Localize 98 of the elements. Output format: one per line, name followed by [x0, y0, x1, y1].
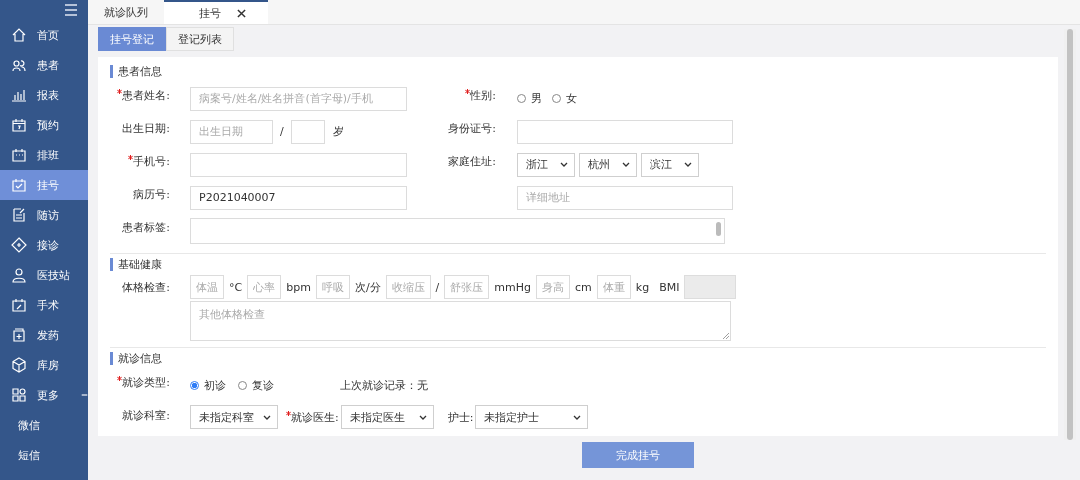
sidebar-subitem[interactable]: 微信: [0, 410, 88, 440]
field-label: 护士:: [447, 409, 474, 425]
nurse-dropdown[interactable]: 未指定护士: [475, 405, 589, 429]
radio-option[interactable]: 男: [517, 91, 542, 106]
field-label: 病历号:: [133, 187, 170, 202]
unit-label: °C: [229, 280, 243, 294]
required-icon: [128, 155, 134, 160]
calendar-icon: [11, 117, 27, 133]
subtab[interactable]: 登记列表: [166, 27, 234, 51]
bmi-field: [684, 275, 737, 299]
sidebar-item[interactable]: 发药: [0, 320, 88, 350]
sidebar-item[interactable]: 患者: [0, 50, 88, 80]
dropdown[interactable]: 滨江: [641, 152, 699, 177]
measurement-field[interactable]: 舒张压: [444, 275, 490, 299]
tags-field[interactable]: [190, 217, 725, 244]
tab[interactable]: 就诊队列: [88, 0, 164, 24]
field-label: 患者标签:: [122, 220, 170, 235]
last-visit-text: 上次就诊记录：无: [340, 378, 428, 393]
tab[interactable]: 挂号: [164, 0, 268, 24]
measurement-field[interactable]: 体温: [190, 275, 224, 299]
phone-field[interactable]: [190, 152, 407, 177]
sidebar-item[interactable]: 排班: [0, 140, 88, 170]
address-detail-field[interactable]: 详细地址: [517, 185, 733, 210]
doctor-dropdown[interactable]: 未指定医生: [340, 405, 434, 429]
unit-label: BMI: [659, 280, 680, 294]
caret-icon: [573, 414, 582, 420]
unit-label: kg: [635, 280, 650, 294]
resize-handle-icon[interactable]: [722, 332, 729, 339]
required-icon: [117, 376, 123, 381]
sidebar-item[interactable]: 库房: [0, 350, 88, 380]
unit-label: 岁: [332, 124, 344, 139]
unit-label: mmHg: [494, 280, 531, 294]
name-field[interactable]: 病案号/姓名/姓名拼音(首字母)/手机: [190, 86, 407, 111]
measurement-field[interactable]: 收缩压: [385, 275, 431, 299]
field-label: 身份证号:: [448, 121, 496, 136]
sidebar-item[interactable]: 随访: [0, 200, 88, 230]
required-icon: [465, 89, 471, 94]
caret-icon: [684, 162, 692, 167]
pill-box-icon: [11, 327, 27, 343]
scrollbar[interactable]: [1064, 29, 1076, 440]
caret-icon: [418, 414, 427, 420]
radio-option[interactable]: 复诊: [238, 378, 274, 393]
sidebar-item[interactable]: 预约: [0, 110, 88, 140]
field-label: 就诊类型:: [122, 375, 170, 390]
sidebar-item[interactable]: 报表: [0, 80, 88, 110]
separator: /: [280, 125, 284, 138]
dropdown[interactable]: 杭州: [579, 152, 637, 177]
sidebar-item[interactable]: 接诊: [0, 230, 88, 260]
section-title: 基础健康: [110, 258, 1046, 271]
field-label: 就诊科室:: [122, 408, 170, 423]
field-label: 出生日期:: [122, 121, 170, 136]
required-icon: [117, 89, 123, 94]
document-icon: [11, 207, 27, 223]
measurement-field[interactable]: 体重: [596, 275, 631, 299]
measurement-field[interactable]: 呼吸: [315, 275, 350, 299]
users-icon: [11, 57, 27, 73]
radio-option[interactable]: 初诊: [190, 378, 226, 393]
field-label: 性别:: [470, 88, 496, 103]
menu-icon[interactable]: [64, 4, 78, 16]
required-icon: [286, 410, 291, 416]
caret-icon: [263, 414, 271, 420]
measurement-field[interactable]: 身高: [536, 275, 570, 299]
unit-label: /: [435, 280, 440, 294]
bar-chart-icon: [11, 87, 27, 103]
home-icon: [11, 27, 27, 43]
calendar-edit-icon: [11, 297, 27, 313]
calendar-icon: [11, 147, 27, 163]
caret-icon: [560, 162, 568, 167]
field-label: 家庭住址:: [448, 154, 496, 169]
record-number-field[interactable]: P2021040007: [190, 185, 407, 210]
cube-icon: [11, 357, 27, 373]
diamond-plus-icon: [11, 237, 27, 253]
radio-option[interactable]: 女: [552, 91, 577, 106]
field-label: 患者姓名:: [122, 88, 170, 103]
field-label: 体格检查:: [122, 280, 170, 295]
person-icon: [11, 267, 27, 283]
measurement-field[interactable]: 心率: [247, 275, 282, 299]
dropdown[interactable]: 浙江: [517, 152, 575, 177]
section-title: 患者信息: [110, 65, 1046, 78]
section-title: 就诊信息: [110, 352, 1046, 365]
grid-icon: [11, 387, 27, 403]
unit-label: 次/分: [354, 279, 381, 295]
sidebar-item[interactable]: 更多: [0, 380, 88, 410]
caret-icon: [622, 162, 630, 167]
field-label: 就诊医生:: [291, 409, 339, 425]
calendar-check-icon: [11, 177, 27, 193]
sidebar-subitem[interactable]: 短信: [0, 440, 88, 470]
sidebar-item[interactable]: 手术: [0, 290, 88, 320]
field-label: 手机号:: [133, 154, 170, 169]
age-field[interactable]: [290, 119, 325, 144]
sidebar-item[interactable]: 医技站: [0, 260, 88, 290]
unit-label: cm: [575, 280, 592, 294]
unit-label: bpm: [286, 280, 311, 294]
department-dropdown[interactable]: 未指定科室: [190, 405, 278, 429]
birth-date-field[interactable]: 出生日期: [190, 119, 273, 144]
id-number-field[interactable]: [517, 119, 733, 144]
close-icon[interactable]: [237, 8, 246, 18]
sidebar-item[interactable]: 首页: [0, 20, 88, 50]
